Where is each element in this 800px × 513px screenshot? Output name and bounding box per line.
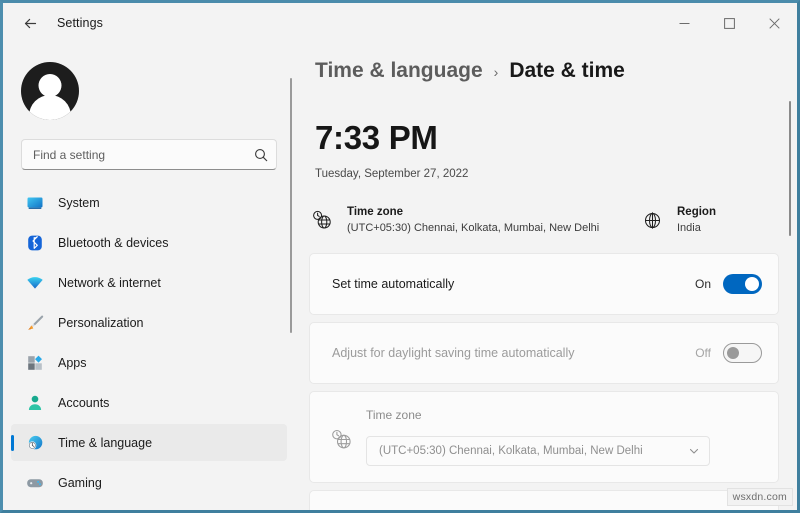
breadcrumb: Time & language › Date & time	[315, 59, 625, 83]
watermark: wsxdn.com	[727, 488, 793, 506]
sidebar-scrollbar[interactable]	[290, 78, 292, 333]
region-title: Region	[677, 204, 716, 220]
maximize-button[interactable]	[707, 3, 752, 43]
search-icon[interactable]	[254, 148, 268, 162]
current-date: Tuesday, September 27, 2022	[315, 168, 468, 180]
sidebar-nav: System Bluetooth & devices	[11, 184, 287, 513]
sidebar-item-label: Time & language	[58, 436, 152, 450]
search-input[interactable]	[33, 148, 254, 162]
maximize-icon	[724, 18, 735, 29]
breadcrumb-parent[interactable]: Time & language	[315, 59, 483, 83]
sidebar-item-personalization[interactable]: Personalization	[11, 304, 287, 341]
sidebar-item-label: System	[58, 196, 100, 210]
minimize-icon	[679, 18, 690, 29]
minimize-button[interactable]	[662, 3, 707, 43]
gamepad-icon	[25, 473, 45, 493]
timezone-summary: Time zone (UTC+05:30) Chennai, Kolkata, …	[309, 195, 639, 245]
sidebar-item-bluetooth-devices[interactable]: Bluetooth & devices	[11, 224, 287, 261]
monitor-icon	[25, 193, 45, 213]
person-icon	[25, 393, 45, 413]
next-setting-card[interactable]	[309, 490, 779, 513]
sidebar-item-label: Gaming	[58, 476, 102, 490]
daylight-saving-label: Adjust for daylight saving time automati…	[332, 346, 695, 360]
apps-icon	[25, 353, 45, 373]
set-time-automatically-toggle[interactable]	[723, 274, 762, 294]
sidebar-item-label: Network & internet	[58, 276, 161, 290]
timezone-title: Time zone	[347, 204, 599, 220]
main-content: Time & language › Date & time 7:33 PM Tu…	[295, 43, 797, 513]
sidebar-item-label: Personalization	[58, 316, 143, 330]
timezone-value: (UTC+05:30) Chennai, Kolkata, Mumbai, Ne…	[347, 220, 599, 236]
wifi-icon	[25, 273, 45, 293]
clock-globe-icon	[328, 426, 354, 452]
main-scrollbar[interactable]	[789, 101, 791, 236]
globe-icon	[639, 207, 665, 233]
sidebar-item-apps[interactable]: Apps	[11, 344, 287, 381]
paintbrush-icon	[25, 313, 45, 333]
settings-window: Settings	[0, 0, 800, 513]
title-bar: Settings	[3, 3, 797, 43]
timezone-card: Time zone (UTC+05:30) Chennai, Kolkata, …	[309, 391, 779, 483]
region-value: India	[677, 220, 716, 236]
daylight-saving-toggle[interactable]	[723, 343, 762, 363]
search-box[interactable]	[21, 139, 277, 170]
sidebar-item-system[interactable]: System	[11, 184, 287, 221]
sidebar-item-accounts[interactable]: Accounts	[11, 384, 287, 421]
clock-globe-icon	[309, 207, 335, 233]
sidebar-item-label: Accounts	[58, 396, 109, 410]
timezone-dropdown[interactable]: (UTC+05:30) Chennai, Kolkata, Mumbai, Ne…	[366, 436, 710, 466]
region-summary: Region India	[639, 195, 716, 245]
sidebar-item-accessibility[interactable]: Accessibility	[11, 504, 287, 513]
app-title: Settings	[57, 16, 103, 30]
current-time: 7:33 PM	[315, 119, 438, 157]
chevron-down-icon	[688, 445, 700, 457]
sidebar-item-time-language[interactable]: Time & language	[11, 424, 287, 461]
sidebar-item-label: Apps	[58, 356, 87, 370]
user-avatar-icon	[21, 62, 79, 120]
back-button[interactable]	[13, 8, 47, 38]
set-time-automatically-state: On	[695, 277, 711, 291]
sidebar: System Bluetooth & devices	[3, 43, 295, 513]
close-icon	[769, 18, 780, 29]
timezone-field-label: Time zone	[366, 408, 422, 422]
back-arrow-icon	[22, 15, 39, 32]
bluetooth-icon	[25, 233, 45, 253]
clock-globe-icon	[25, 433, 45, 453]
daylight-saving-card: Adjust for daylight saving time automati…	[309, 322, 779, 384]
set-time-automatically-card[interactable]: Set time automatically On	[309, 253, 779, 315]
timezone-selected-option: (UTC+05:30) Chennai, Kolkata, Mumbai, Ne…	[379, 445, 688, 457]
window-controls	[662, 3, 797, 43]
sidebar-item-network-internet[interactable]: Network & internet	[11, 264, 287, 301]
sidebar-item-label: Bluetooth & devices	[58, 236, 169, 250]
set-time-automatically-label: Set time automatically	[332, 277, 695, 291]
daylight-saving-state: Off	[695, 346, 711, 360]
close-button[interactable]	[752, 3, 797, 43]
info-row: Time zone (UTC+05:30) Chennai, Kolkata, …	[309, 195, 779, 245]
page-title: Date & time	[509, 59, 625, 83]
sidebar-item-gaming[interactable]: Gaming	[11, 464, 287, 501]
breadcrumb-separator-icon: ›	[494, 64, 499, 80]
account-row[interactable]	[21, 55, 271, 127]
